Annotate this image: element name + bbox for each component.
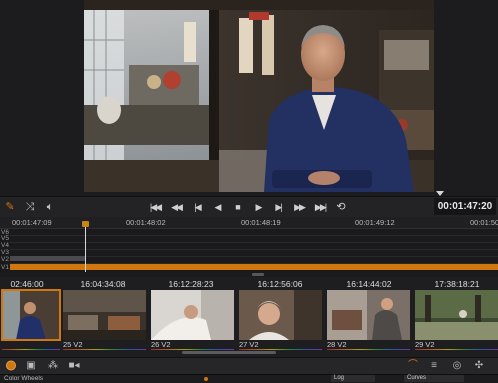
ruler-timecode: 00:01:50:05 [470,218,498,227]
stop-icon[interactable]: ■ [228,199,246,215]
rewind-icon[interactable]: ◀◀ [167,199,185,215]
track-label-v1: V1 [1,264,9,271]
next-frame-icon[interactable]: ▶| [269,199,287,215]
curves-select[interactable]: Curves [404,375,464,382]
video-frame-image [84,0,434,192]
clip-thumbnail-image [2,290,60,340]
curve-icon[interactable]: ⌒ [406,359,420,372]
clip-color-bar [327,349,410,350]
clip-label: 25 V2 [63,340,83,349]
ruler-timecode: 00:01:48:02 [126,218,166,227]
jump-to-start-icon[interactable]: |◀◀ [146,199,164,215]
clip-thumbnail-image [239,290,322,340]
clip-timecode: 16:04:34:08 [80,279,126,289]
track-divider [10,249,498,250]
timeline-playhead-handle[interactable] [82,221,89,227]
ruler-timecode: 00:01:47:09 [12,218,52,227]
track-label-v4: V4 [1,242,9,249]
track-label-v2: V2 [1,256,9,263]
ruler-timecode: 00:01:49:12 [355,218,395,227]
track-divider [10,242,498,243]
clip-color-bar [2,349,60,350]
play-icon[interactable]: ▶ [249,199,267,215]
color-dot-icon[interactable] [4,359,18,372]
clip-thumbnail[interactable] [239,290,322,340]
video-preview [84,0,434,192]
speaker-icon[interactable]: 🔈︎ [43,200,57,214]
clip-timecode: 16:12:56:06 [257,279,303,289]
clip-timecode: 16:12:28:23 [168,279,214,289]
clip-thumbnail[interactable] [151,290,234,340]
color-dot-graphic [6,360,16,371]
clip-thumbnail[interactable] [327,290,410,340]
clip-label: 29 V2 [415,340,435,349]
clip-thumbnail-image [63,290,146,340]
pencil-icon[interactable]: ✎ [3,200,17,214]
clip-color-bar [63,349,146,350]
viewer-timecode: 00:01:47:20 [434,198,496,215]
clip-color-bar [415,349,498,350]
nodes-icon[interactable]: ⁂ [46,359,60,372]
mode-select[interactable]: Log [331,375,375,382]
clip-label: 28 V2 [327,340,347,349]
clip-thumbnail-image [327,290,410,340]
shuffle-icon[interactable]: ⤨ [23,200,37,214]
track-label-v5: V5 [1,235,9,242]
track-label-v3: V3 [1,249,9,256]
clip-label: 26 V2 [151,340,171,349]
previous-frame-icon[interactable]: |◀ [188,199,206,215]
play-reverse-icon[interactable]: ◀ [208,199,226,215]
clip-label: 27 V2 [239,340,259,349]
clip-thumbnail[interactable] [63,290,146,340]
target-icon[interactable]: ◎ [450,359,464,372]
wheel-indicator-icon [204,377,208,381]
clip-color-bar [239,349,322,350]
track-divider [10,235,498,236]
timeline-clip-v1[interactable] [10,264,498,270]
clip-thumbnail[interactable] [415,290,498,340]
clip-thumbnail-image [415,290,498,340]
jump-to-end-icon[interactable]: ▶▶| [311,199,329,215]
film-icon[interactable]: ▣ [24,359,38,372]
ruler-timecode: 00:01:48:19 [241,218,281,227]
clip-thumbnail-image [151,290,234,340]
clip-timecode: 17:38:18:21 [434,279,480,289]
loop-icon[interactable]: ⟲ [332,199,350,215]
fast-forward-icon[interactable]: ▶▶ [290,199,308,215]
clip-thumbnail[interactable] [1,289,61,341]
panel-splitter-handle[interactable] [252,273,264,276]
move-icon[interactable]: ✣ [472,359,486,372]
sliders-icon[interactable]: ≡ [427,359,441,372]
camera-icon[interactable]: ■◂ [67,359,81,372]
clip-timecode: 16:14:44:02 [346,279,392,289]
clip-color-bar [151,349,234,350]
palette-title-left: Color Wheels [4,375,44,382]
thumbnail-scrollbar[interactable] [182,351,276,354]
timeline-playhead[interactable] [85,222,86,272]
timeline-clip-v2[interactable] [10,256,86,261]
